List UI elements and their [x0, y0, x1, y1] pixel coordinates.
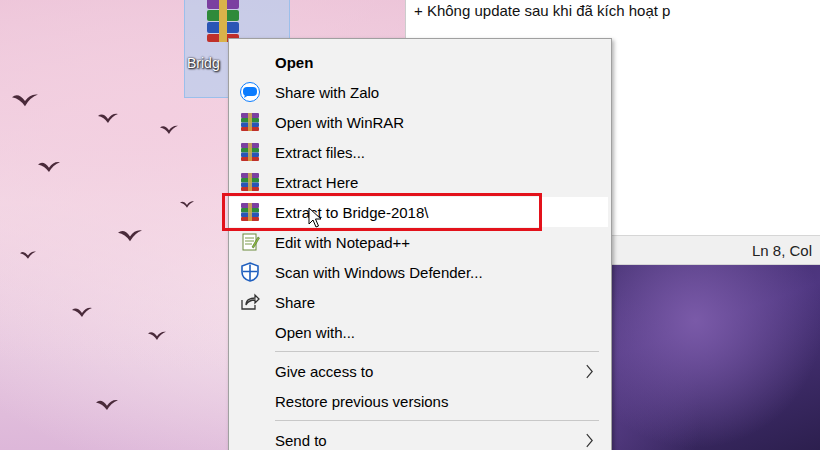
menu-item-label: Scan with Windows Defender...	[275, 264, 608, 281]
share-icon	[240, 292, 260, 312]
windows-defender-icon	[240, 262, 260, 282]
winrar-icon	[240, 172, 260, 192]
menu-item[interactable]: Restore previous versions	[229, 386, 608, 416]
mouse-cursor-icon	[308, 207, 322, 229]
menu-item[interactable]: Share with Zalo	[229, 77, 608, 107]
menu-item[interactable]: Scan with Windows Defender...	[229, 257, 608, 287]
menu-item[interactable]: Open with...	[229, 317, 608, 347]
menu-item-label: Share	[275, 294, 608, 311]
menu-item[interactable]: Edit with Notepad++	[229, 227, 608, 257]
menu-item[interactable]: Extract files...	[229, 137, 608, 167]
zalo-icon	[240, 82, 260, 102]
menu-item[interactable]: Share	[229, 287, 608, 317]
bird-icon	[12, 92, 38, 108]
desktop-icon-label: Bridg	[187, 55, 220, 71]
submenu-arrow-icon	[585, 433, 594, 448]
bird-icon	[160, 124, 178, 135]
menu-item-label: Edit with Notepad++	[275, 234, 608, 251]
menu-item-label: Share with Zalo	[275, 84, 608, 101]
bird-icon	[148, 330, 166, 341]
winrar-icon	[240, 142, 260, 162]
menu-item[interactable]: Give access to	[229, 356, 608, 386]
menu-item-label: Open with WinRAR	[275, 114, 608, 131]
menu-item-label: Open	[275, 54, 608, 71]
menu-item-label: Send to	[275, 432, 585, 449]
menu-item-label: Extract Here	[275, 174, 608, 191]
menu-item-label: Open with...	[275, 324, 608, 341]
menu-item-label: Give access to	[275, 363, 585, 380]
highlight-annotation	[222, 193, 542, 231]
menu-item[interactable]: Extract to Bridge-2018\	[229, 197, 608, 227]
menu-item-label: Extract files...	[275, 144, 608, 161]
bird-icon	[98, 112, 118, 124]
document-text: + Không update sau khi đã kích hoạt p	[414, 2, 670, 19]
menu-item[interactable]: Send to	[229, 425, 608, 450]
menu-item[interactable]: Extract Here	[229, 167, 608, 197]
menu-separator	[229, 347, 611, 356]
submenu-arrow-icon	[585, 364, 594, 379]
winrar-icon	[240, 202, 260, 222]
winrar-icon	[240, 112, 260, 132]
menu-item[interactable]: Open	[229, 47, 608, 77]
bird-icon	[20, 250, 36, 260]
bird-icon	[118, 228, 142, 242]
bird-icon	[96, 398, 118, 411]
desktop: Bridg + Không update sau khi đã kích hoạ…	[0, 0, 820, 450]
cursor-position: Ln 8, Col	[752, 242, 812, 259]
bird-icon	[72, 306, 92, 318]
winrar-archive-icon	[205, 0, 241, 43]
menu-item-label: Restore previous versions	[275, 393, 608, 410]
context-menu: Open Share with Zalo Open with WinRAR Ex…	[228, 38, 612, 450]
notepad-plus-plus-icon	[240, 232, 260, 252]
bird-icon	[38, 160, 60, 173]
menu-item[interactable]: Open with WinRAR	[229, 107, 608, 137]
bird-icon	[180, 200, 194, 208]
menu-item-label: Extract to Bridge-2018\	[275, 204, 608, 221]
menu-separator	[229, 416, 611, 425]
